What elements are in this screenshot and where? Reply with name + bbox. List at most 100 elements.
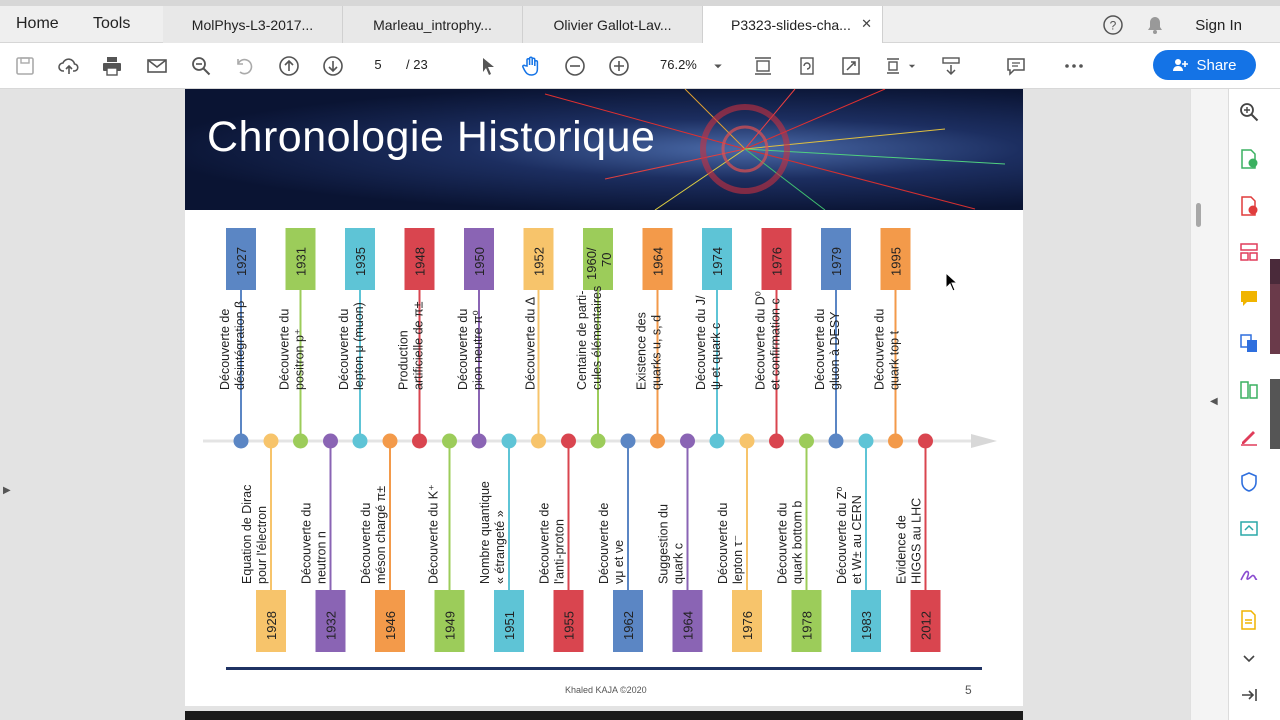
slide-page: Chronologie Historique 1927 Découverte de… [185,89,1023,706]
timeline-node [858,433,874,449]
share-button[interactable]: Share [1153,50,1256,80]
event-label: quarks u, s, d [650,315,664,390]
event-label: gluon à DESY [828,311,842,390]
tab-label: Marleau_introphy... [373,16,492,33]
event-label: quark c [672,543,686,584]
page-display-chevron-icon[interactable] [905,54,919,78]
fit-page-icon[interactable] [751,54,775,78]
timeline-node [412,433,427,449]
chevron-down-icon[interactable] [710,54,726,78]
timeline-node [263,433,279,449]
event-label: HIGGS au LHC [910,498,924,584]
event-label: Découverte du [776,503,790,584]
save-icon[interactable] [13,54,37,78]
combine-files-icon[interactable] [1237,331,1261,355]
zoom-search-icon[interactable] [189,54,213,78]
event-label: méson chargé π± [374,486,388,584]
full-screen-icon[interactable] [839,54,863,78]
timeline-node [323,433,338,449]
expand-left-panel-icon[interactable]: ▶ [3,485,11,496]
hand-tool-icon[interactable] [519,54,543,78]
event-label: quark top t [888,330,902,390]
year-label: 1962 [621,611,636,640]
event-label: Découverte de [218,309,232,390]
event-label: Découverte de [597,503,611,584]
comment-icon[interactable] [1004,54,1028,78]
background-window-edge [1268,89,1280,720]
event-label: lepton μ (muon) [352,302,366,390]
year-label: 1995 [889,247,904,276]
year-label: 1931 [294,247,309,276]
create-pdf-icon[interactable] [1237,194,1261,218]
undo-icon[interactable] [232,54,256,78]
organize-pages-icon[interactable] [1237,240,1261,264]
timeline-arrowhead [971,434,997,448]
rotate-page-icon[interactable] [795,54,819,78]
help-icon[interactable]: ? [1102,14,1124,36]
scroll-mode-icon[interactable] [939,54,963,78]
event-label: et W± au CERN [850,495,864,584]
page-display-icon[interactable] [883,54,907,78]
edit-pdf-icon[interactable] [1237,608,1261,632]
select-cursor-icon[interactable] [476,54,500,78]
event-label: Découverte du [873,309,887,390]
year-label: 1974 [710,247,725,276]
tab-document-1[interactable]: MolPhys-L3-2017... [163,6,343,43]
timeline-node [918,433,933,449]
vertical-scrollbar[interactable] [1190,89,1206,720]
sign-in-link[interactable]: Sign In [1195,17,1242,34]
event-label: Découverte du [278,309,292,390]
print-icon[interactable] [100,54,124,78]
event-label: « étrangeté » [493,510,507,584]
next-page-icon[interactable] [321,54,345,78]
close-tab-icon[interactable]: ✕ [861,16,872,32]
year-label: 1950 [472,247,487,276]
zoom-in-icon[interactable] [607,54,631,78]
timeline-node [739,433,755,449]
timeline-node [680,433,695,449]
timeline-node [382,433,398,449]
year-label: 2012 [919,611,934,640]
collapse-sidebar-icon[interactable] [1237,683,1261,707]
bell-icon[interactable] [1144,14,1166,36]
collapse-right-panel-icon[interactable]: ◀ [1210,396,1218,407]
previous-page-icon[interactable] [277,54,301,78]
year-label: 1983 [859,611,874,640]
menu-tools[interactable]: Tools [93,15,130,33]
zoom-out-icon[interactable] [563,54,587,78]
timeline-node [828,433,844,449]
event-label: cules élémentaires [590,286,604,390]
scrollbar-thumb[interactable] [1196,203,1201,227]
comment-tool-icon[interactable] [1237,286,1261,310]
timeline-node [352,433,368,449]
event-label: pour l'électron [255,506,269,584]
send-review-icon[interactable] [1237,516,1261,540]
year-label: 1952 [532,247,547,276]
event-label: Centaine de parti- [575,291,589,390]
event-label: Découverte du Δ [524,297,538,390]
document-canvas[interactable]: ▶ Chronologie Historique 1927 Découverte… [0,89,1200,720]
tools-sidebar [1228,89,1268,720]
compress-pdf-icon[interactable] [1237,378,1261,402]
signature-icon[interactable] [1237,562,1261,586]
event-label: lepton τ⁻ [731,535,745,584]
event-label: Nombre quantique [478,481,492,584]
chevron-down-icon[interactable] [1237,647,1261,671]
tab-document-3[interactable]: Olivier Gallot-Lav... [523,6,703,43]
protect-shield-icon[interactable] [1237,470,1261,494]
upload-cloud-icon[interactable] [57,54,81,78]
menu-home[interactable]: Home [16,15,59,33]
email-icon[interactable] [145,54,169,78]
more-options-icon[interactable] [1062,54,1086,78]
year-label: 1960/ [584,247,599,280]
search-icon[interactable] [1237,100,1261,124]
timeline-node [799,433,814,449]
fill-sign-icon[interactable] [1237,424,1261,448]
tab-document-2[interactable]: Marleau_introphy... [343,6,523,43]
page-number-input[interactable]: 5 [360,53,396,77]
timeline-node [769,433,784,449]
event-label: Découverte du [716,503,730,584]
tab-document-active[interactable]: P3323-slides-cha... ✕ [703,6,883,43]
export-pdf-icon[interactable] [1237,147,1261,171]
zoom-level[interactable]: 76.2% [660,57,697,72]
